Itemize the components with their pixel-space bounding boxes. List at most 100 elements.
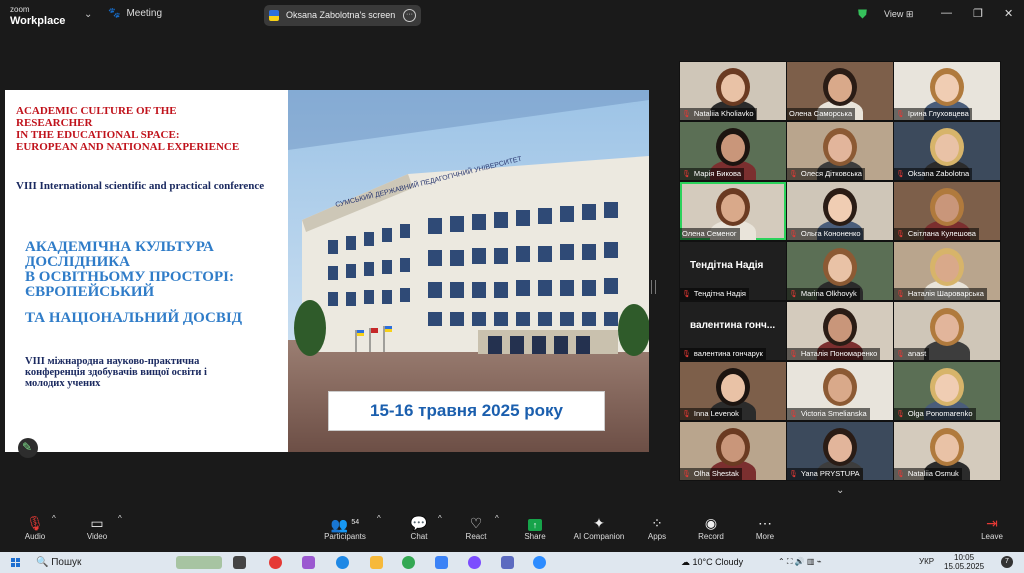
participant-name-label: Олена Саморська — [787, 108, 856, 120]
meeting-menu[interactable]: 🐾 Meeting — [108, 8, 162, 19]
notification-badge[interactable]: 7 — [1001, 556, 1013, 568]
participant-name-label: 🎙 Наталія Пономаренко — [787, 348, 881, 360]
muted-mic-icon: 🎙 — [26, 515, 44, 531]
slide-title-ua-line: ЄВРОПЕЙСЬКИЙ — [25, 284, 155, 300]
view-menu[interactable]: View ⊞ — [884, 9, 913, 20]
react-label: React — [465, 532, 487, 541]
participant-tile[interactable]: 🎙 Марія Бикова — [680, 122, 786, 180]
participant-name: Nataliia Osmuk — [907, 469, 959, 478]
muted-mic-icon: 🎙 — [682, 171, 691, 178]
participant-tile[interactable]: 🎙 Nataliia Kholiavko — [680, 62, 786, 120]
participant-face — [828, 134, 852, 162]
participant-tile[interactable]: 🎙 anast — [894, 302, 1000, 360]
slide-conference-ua-line: конференція здобувачів вищої освіти і — [25, 367, 207, 378]
gallery-scroll-down-icon[interactable]: ⌄ — [836, 485, 844, 496]
search-highlight-icon[interactable] — [176, 556, 222, 569]
video-button[interactable]: ▭ Video — [84, 514, 110, 541]
participant-name-label: 🎙 Victoria Smelianska — [787, 408, 870, 420]
participant-tile[interactable]: 🎙 Ірина Глуховцева — [894, 62, 1000, 120]
slide-conference-ua-line: VIII міжнародна науково-практична — [25, 356, 200, 367]
edge-icon[interactable] — [336, 556, 349, 569]
chrome-icon[interactable] — [402, 556, 415, 569]
muted-mic-icon: 🎙 — [789, 471, 798, 478]
participant-tile[interactable]: 🎙 Yana PRYSTUPA — [787, 422, 893, 480]
participant-name-label: 🎙 Yana PRYSTUPA — [787, 468, 863, 480]
participant-tile[interactable]: валентина гонч... 🎙 валентина гончарук — [680, 302, 786, 360]
slide-title-en-line: EUROPEAN AND NATIONAL EXPERIENCE — [16, 141, 240, 153]
audio-options-caret-icon[interactable]: ^ — [52, 514, 56, 523]
slide-conference-ua-line: молодих учених — [25, 378, 101, 389]
ai-companion-button[interactable]: ✦ AI Companion — [572, 514, 626, 541]
zoom-taskbar-icon[interactable] — [533, 556, 546, 569]
viber-icon[interactable] — [468, 556, 481, 569]
security-shield-icon[interactable]: ⛊ — [858, 8, 869, 20]
weather-widget[interactable]: ☁ 10°C Cloudy — [681, 557, 743, 568]
participant-tile[interactable]: Тендітна Надія 🎙 Тендітна Надія — [680, 242, 786, 300]
taskbar-search[interactable]: 🔍 Пошук — [36, 555, 161, 570]
participant-tile[interactable]: 🎙 Oksana Zabolotna — [894, 122, 1000, 180]
restore-icon[interactable]: ❐ — [973, 7, 983, 20]
app-icon[interactable] — [435, 556, 448, 569]
task-view-icon[interactable] — [233, 556, 246, 569]
muted-mic-icon: 🎙 — [789, 231, 798, 238]
annotate-button[interactable]: ✎ — [18, 438, 38, 458]
meeting-controls: 🎙 Audio ^ ▭ Video ^ 👥 54 Participants ^ 💬 Cha… — [0, 510, 1024, 552]
panel-resize-handle[interactable] — [651, 280, 656, 294]
participants-options-caret-icon[interactable]: ^ — [377, 514, 381, 523]
minimize-icon[interactable]: — — [941, 7, 952, 19]
leave-button[interactable]: ⇥ Leave — [980, 514, 1004, 541]
participant-name: Victoria Smelianska — [800, 409, 867, 418]
apps-button[interactable]: ⁘ Apps — [646, 514, 668, 541]
close-icon[interactable]: ✕ — [1004, 7, 1013, 20]
windows-start-icon[interactable] — [11, 558, 21, 568]
participants-button[interactable]: 👥 54 Participants — [322, 514, 368, 541]
file-explorer-icon[interactable] — [370, 556, 383, 569]
taskbar-clock[interactable]: 10:05 15.05.2025 — [944, 553, 984, 571]
muted-mic-icon: 🎙 — [896, 111, 905, 118]
participant-name-label: 🎙 Ольга Кононенко — [787, 228, 864, 240]
participant-face — [721, 374, 745, 402]
participant-tile[interactable]: 🎙 Olga Ponomarenko — [894, 362, 1000, 420]
participant-tile[interactable]: 🎙 Наталія Пономаренко — [787, 302, 893, 360]
tray-icons[interactable]: ⌃ ⛶ 🔊 ▥ ⌁ — [778, 557, 822, 567]
input-language[interactable]: УКР — [919, 557, 934, 566]
participant-face — [721, 74, 745, 102]
chevron-down-icon[interactable]: ⌄ — [84, 9, 92, 20]
video-options-caret-icon[interactable]: ^ — [118, 514, 122, 523]
participant-tile[interactable]: 🎙 Олеся Дітковська — [787, 122, 893, 180]
react-options-caret-icon[interactable]: ^ — [495, 514, 499, 523]
slide-title-ua: АКАДЕМІЧНА КУЛЬТУРА ДОСЛІДНИКА В ОСВІТНЬ… — [25, 240, 295, 326]
participant-name: Olha Shestak — [693, 469, 739, 478]
participant-count: 54 — [351, 519, 360, 526]
chat-options-caret-icon[interactable]: ^ — [438, 514, 442, 523]
app-icon[interactable] — [501, 556, 514, 569]
share-button[interactable]: ↑ Share — [523, 514, 547, 541]
participant-tile[interactable]: 🎙 Ольга Кононенко — [787, 182, 893, 240]
react-button[interactable]: ♡ React — [464, 514, 488, 541]
participant-tile[interactable]: 🎙 Olha Shestak — [680, 422, 786, 480]
participant-tile[interactable]: 🎙 Inna Levenok — [680, 362, 786, 420]
participant-tile[interactable]: 🎙 Світлана Кулешова — [894, 182, 1000, 240]
muted-mic-icon: 🎙 — [682, 111, 691, 118]
copilot-icon[interactable] — [302, 556, 315, 569]
chat-button[interactable]: 💬 Chat — [408, 514, 430, 541]
participant-tile[interactable]: 🎙 Victoria Smelianska — [787, 362, 893, 420]
audio-button[interactable]: 🎙 Audio — [22, 514, 48, 541]
meeting-label: Meeting — [126, 8, 163, 19]
muted-mic-icon: 🎙 — [682, 411, 691, 418]
participant-name-label: Олена Семеног — [680, 228, 740, 240]
participant-face — [828, 254, 852, 282]
more-options-icon[interactable]: ··· — [403, 9, 416, 22]
more-button[interactable]: ⋯ More — [754, 514, 776, 541]
record-button[interactable]: ◉ Record — [697, 514, 725, 541]
participant-tile[interactable]: 🎙 Marina Olkhovyk — [787, 242, 893, 300]
opera-icon[interactable] — [269, 556, 282, 569]
participant-tile[interactable]: Олена Саморська — [787, 62, 893, 120]
participant-tile[interactable]: 🎙 Наталія Шароварська — [894, 242, 1000, 300]
screen-share-indicator[interactable]: Oksana Zabolotna's screen ··· — [264, 5, 421, 26]
camera-icon: ▭ — [90, 515, 104, 531]
participant-face — [721, 194, 745, 222]
participant-tile[interactable]: 🎙 Nataliia Osmuk — [894, 422, 1000, 480]
paw-icon: 🐾 — [108, 8, 121, 19]
participant-tile[interactable]: Олена Семеног — [680, 182, 786, 240]
